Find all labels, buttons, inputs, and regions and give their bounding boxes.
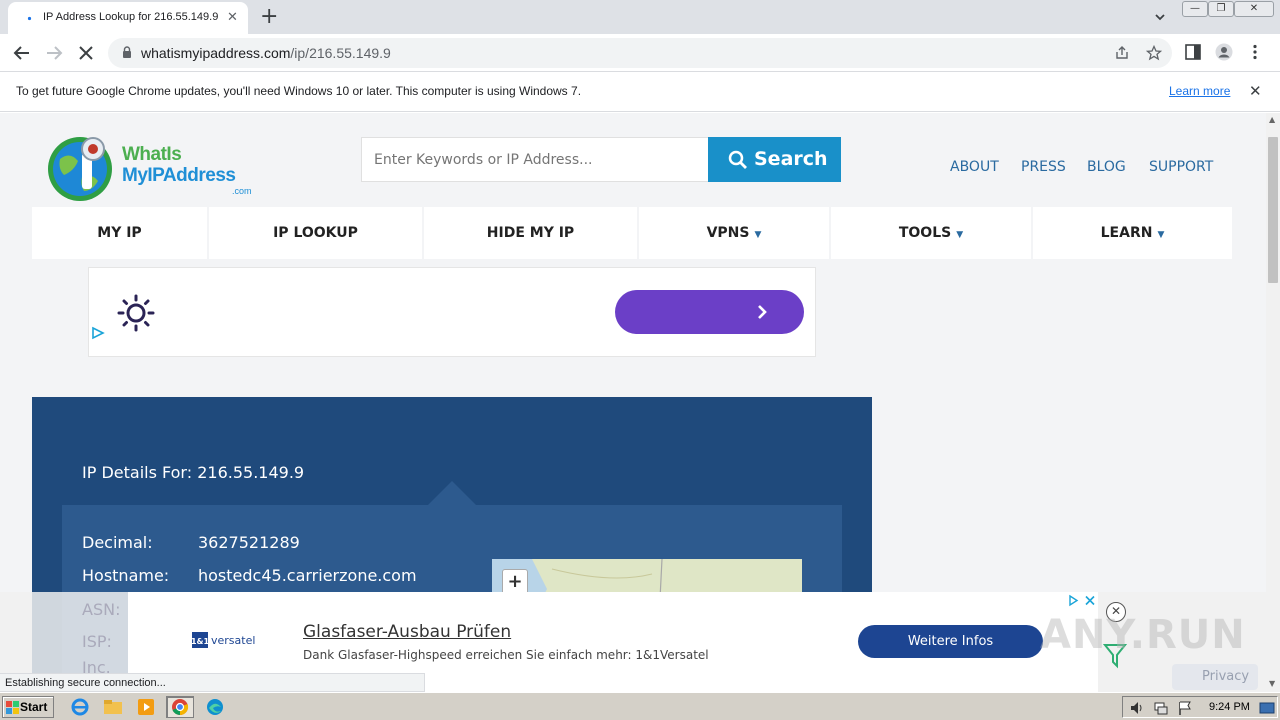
nav-label: LEARN	[1100, 225, 1153, 241]
new-tab-button[interactable]: +	[260, 4, 278, 29]
dropdown-caret-icon: ▼	[754, 230, 762, 240]
logo-text-com: .com	[232, 186, 252, 196]
edge-icon[interactable]	[203, 696, 227, 718]
system-tray: 9:24 PM	[1122, 696, 1278, 718]
tab-close-button[interactable]: ✕	[227, 10, 238, 25]
scrollbar-thumb[interactable]	[1268, 137, 1278, 283]
chrome-taskbar-button[interactable]	[166, 696, 194, 718]
kebab-menu-icon[interactable]	[1246, 43, 1264, 61]
top-link-blog[interactable]: BLOG	[1087, 159, 1126, 175]
sun-icon	[117, 294, 155, 332]
ad-cta-button[interactable]	[615, 290, 804, 334]
versatel-logo-icon: 1&1 versatel	[192, 632, 255, 648]
globe-logo-icon	[48, 137, 112, 201]
infobar-close-button[interactable]: ✕	[1249, 82, 1262, 100]
chevron-right-icon	[758, 305, 767, 319]
show-desktop-icon[interactable]	[1259, 700, 1275, 716]
nav-item-my-ip[interactable]: MY IP	[32, 207, 207, 259]
decimal-value: 3627521289	[198, 533, 300, 552]
svg-text:1&1: 1&1	[192, 637, 209, 646]
windows-taskbar: Start 9:24 PM	[0, 692, 1280, 720]
isp-label-faded: ISP:	[82, 632, 112, 651]
browser-tab[interactable]: IP Address Lookup for 216.55.149.9 ✕	[8, 2, 248, 34]
file-explorer-icon[interactable]	[101, 696, 125, 718]
lock-icon[interactable]	[122, 46, 132, 59]
network-icon[interactable]	[1153, 700, 1169, 716]
top-link-about[interactable]: ABOUT	[950, 159, 999, 175]
close-window-button[interactable]: ✕	[1234, 1, 1274, 17]
start-button[interactable]: Start	[2, 696, 54, 718]
hostname-label: Hostname:	[82, 566, 170, 585]
minimize-window-button[interactable]: —	[1182, 1, 1208, 17]
share-icon[interactable]	[1114, 45, 1130, 61]
speaker-icon[interactable]	[1129, 700, 1145, 716]
ad-choices-play-icon[interactable]	[91, 326, 105, 340]
internet-explorer-icon[interactable]	[68, 696, 92, 718]
search-input[interactable]	[361, 137, 709, 182]
address-bar[interactable]: whatismyipaddress.com/ip/216.55.149.9	[108, 38, 1172, 68]
start-label: Start	[20, 700, 48, 714]
nav-label: TOOLS	[898, 225, 952, 241]
nav-item-ip-lookup[interactable]: IP LOOKUP	[209, 207, 422, 259]
tab-title: IP Address Lookup for 216.55.149.9	[43, 11, 219, 23]
chrome-icon	[172, 699, 189, 716]
nav-item-tools[interactable]: TOOLS ▼	[831, 207, 1031, 259]
taskbar-clock[interactable]: 9:24 PM	[1209, 701, 1250, 713]
anyrun-watermark: ANY.RUN	[1040, 612, 1246, 658]
svg-text:versatel: versatel	[211, 634, 255, 647]
ad-body-text: Dank Glasfaser-Highspeed erreichen Sie e…	[303, 648, 709, 662]
stop-loading-icon[interactable]	[74, 41, 98, 65]
search-button[interactable]: Search	[708, 137, 841, 182]
search-button-label: Search	[754, 148, 828, 170]
forward-arrow-icon[interactable]	[42, 41, 66, 65]
loading-spinner-icon	[27, 16, 32, 21]
privacy-label: Privacy	[1202, 669, 1250, 684]
nav-label: VPNS	[706, 225, 750, 241]
asn-label-faded: ASN:	[82, 600, 121, 619]
nav-item-vpns[interactable]: VPNS ▼	[639, 207, 829, 259]
scroll-down-arrow-icon[interactable]: ▼	[1269, 679, 1275, 688]
back-arrow-icon[interactable]	[10, 41, 34, 65]
top-link-support[interactable]: SUPPORT	[1149, 159, 1213, 175]
details-pointer	[428, 481, 476, 505]
ad-headline[interactable]: Glasfaser-Ausbau Prüfen	[303, 622, 511, 642]
top-link-press[interactable]: PRESS	[1021, 159, 1066, 175]
tab-search-chevron-icon[interactable]	[1153, 10, 1167, 24]
side-panel-icon[interactable]	[1184, 43, 1202, 61]
nav-label: MY IP	[97, 225, 142, 241]
url-text[interactable]: whatismyipaddress.com/ip/216.55.149.9	[141, 45, 391, 61]
banner-ad[interactable]	[88, 267, 816, 357]
decimal-label: Decimal:	[82, 533, 153, 552]
logo-text-whatis: WhatIs	[122, 144, 182, 165]
adchoices-icon[interactable]	[1066, 593, 1098, 608]
profile-avatar-icon[interactable]	[1215, 43, 1233, 61]
restore-window-button[interactable]: ❐	[1208, 1, 1234, 17]
infobar-message: To get future Google Chrome updates, you…	[16, 84, 582, 98]
update-infobar: To get future Google Chrome updates, you…	[0, 72, 1280, 112]
main-navigation: MY IP IP LOOKUP HIDE MY IP VPNS ▼ TOOLS ▼ …	[32, 207, 1232, 259]
windows-flag-icon	[6, 701, 19, 714]
ip-details-title: IP Details For: 216.55.149.9	[82, 463, 305, 482]
nav-label: IP LOOKUP	[273, 225, 358, 241]
site-logo[interactable]: WhatIs MyIPAddress .com	[46, 131, 266, 203]
ad-more-info-button[interactable]: Weitere Infos	[858, 625, 1043, 658]
learn-more-link[interactable]: Learn more	[1169, 84, 1230, 98]
dropdown-caret-icon: ▼	[956, 230, 964, 240]
hostname-value: hostedc45.carrierzone.com	[198, 566, 417, 585]
tab-strip: IP Address Lookup for 216.55.149.9 ✕ + —…	[0, 0, 1280, 34]
nav-item-hide-my-ip[interactable]: HIDE MY IP	[424, 207, 637, 259]
dropdown-caret-icon: ▼	[1157, 230, 1165, 240]
logo-text-myipaddress: MyIPAddress	[122, 165, 236, 186]
nav-label: HIDE MY IP	[486, 225, 575, 241]
media-player-icon[interactable]	[134, 696, 158, 718]
bookmark-star-icon[interactable]	[1146, 45, 1162, 61]
status-bubble: Establishing secure connection...	[0, 673, 425, 692]
page-scrollbar[interactable]: ▲ ▼	[1266, 113, 1280, 692]
browser-toolbar: whatismyipaddress.com/ip/216.55.149.9	[0, 34, 1280, 72]
action-center-flag-icon[interactable]	[1177, 700, 1193, 716]
privacy-badge[interactable]: Privacy	[1172, 664, 1258, 690]
search-icon	[728, 150, 747, 169]
nav-item-learn[interactable]: LEARN ▼	[1033, 207, 1232, 259]
scroll-up-arrow-icon[interactable]: ▲	[1269, 115, 1275, 124]
